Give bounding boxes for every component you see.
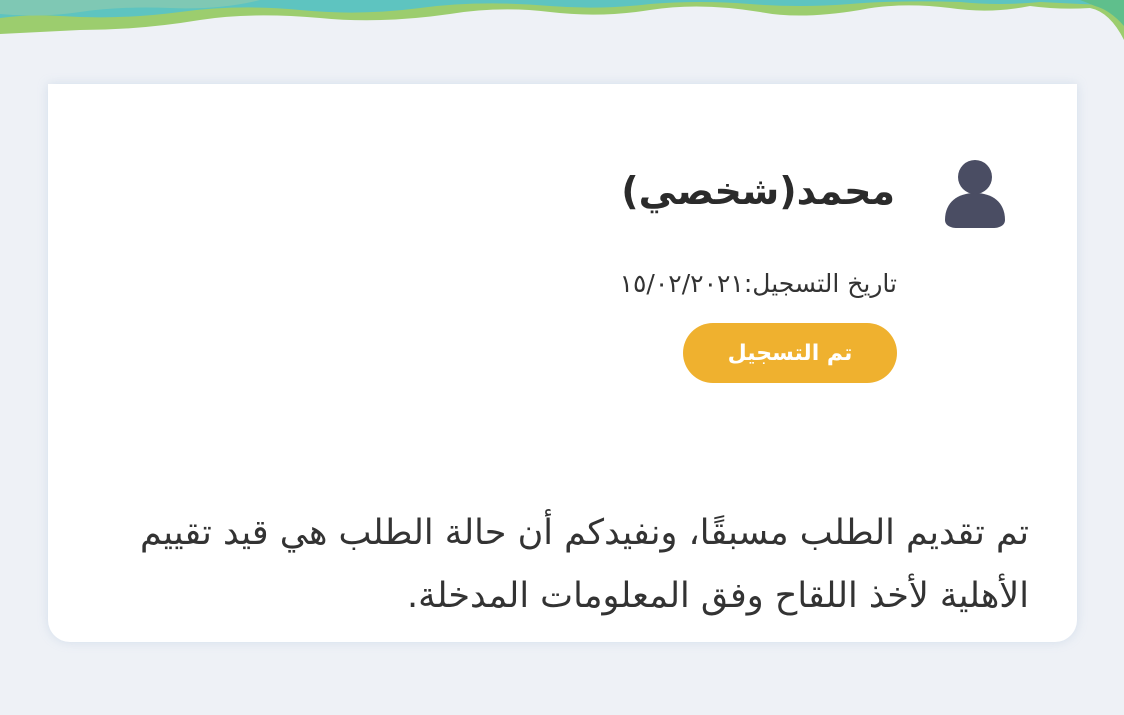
decorative-wave-header <box>0 0 1124 40</box>
user-icon <box>945 160 1005 228</box>
status-message: تم تقديم الطلب مسبقًا، ونفيدكم أن حالة ا… <box>140 513 1029 616</box>
status-badge: تم التسجيل <box>683 323 897 383</box>
registration-date: تاريخ التسجيل:١٥/٠٢/٢٠٢١ <box>619 269 897 298</box>
registration-card: محمد(شخصي) تاريخ التسجيل:١٥/٠٢/٢٠٢١ تم ا… <box>48 84 1077 642</box>
user-name: محمد(شخصي) <box>621 169 895 213</box>
